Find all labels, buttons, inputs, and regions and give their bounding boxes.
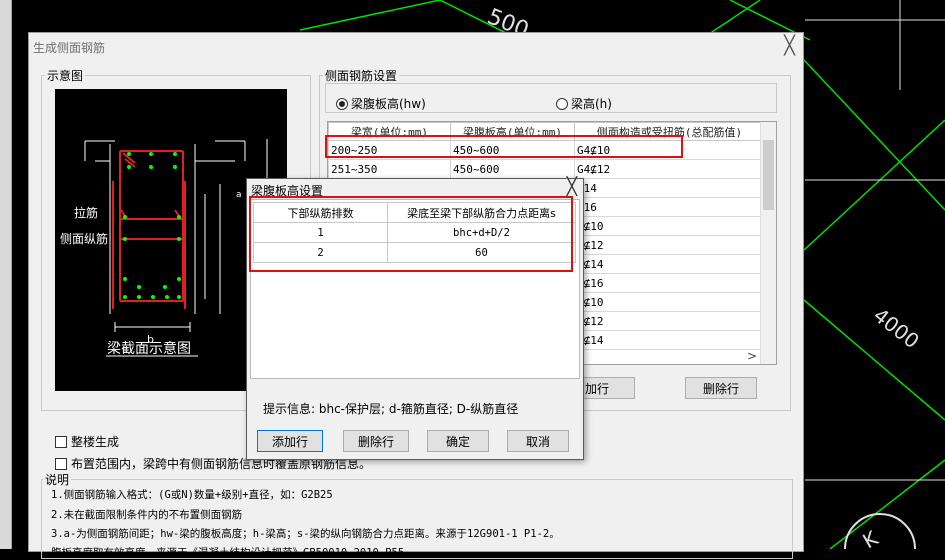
diagram-caption: 梁截面示意图 xyxy=(107,340,191,357)
grid-cell-rebar[interactable]: ⊈14 xyxy=(574,178,765,198)
sub-delete-row-button[interactable]: 删除行 xyxy=(343,430,409,452)
grid-cell-rebar[interactable]: ⊈16 xyxy=(574,197,765,217)
grid-header-rebar[interactable]: 侧面构造或受扭筋(总配筋值) xyxy=(574,122,765,141)
description-title: 说明 xyxy=(43,471,72,488)
radio-h[interactable]: 梁高(h) xyxy=(556,95,612,112)
grid-cell-rebar[interactable]: 8⊈12 xyxy=(574,311,765,331)
sub-close-icon[interactable]: ╳ xyxy=(567,177,577,197)
description-line-4: 腹板高度取有效高度，来源于《混凝土结构设计规范》GB50010-2010 P55 xyxy=(51,547,405,559)
close-icon[interactable]: ╳ xyxy=(784,35,795,56)
grid-cell-rebar[interactable]: 6⊈16 xyxy=(574,273,765,293)
grid-cell-rebar[interactable]: 8⊈10 xyxy=(574,292,765,312)
diagram-label-side: 侧面纵筋 xyxy=(60,231,108,246)
table-row[interactable]: 2 60 xyxy=(253,242,576,263)
sub-dialog-title: 梁腹板高设置 xyxy=(251,184,324,198)
grid-vertical-scrollbar[interactable] xyxy=(760,122,776,364)
check-whole-building-box[interactable] xyxy=(55,435,67,448)
sub-cell-rows[interactable]: 2 xyxy=(253,242,388,263)
grid-cell-rebar[interactable]: G4⊈10 xyxy=(574,140,765,160)
table-row[interactable]: 1 bhc+d+D/2 xyxy=(253,222,576,243)
web-height-grid[interactable]: 下部纵筋排数 梁底至梁下部纵筋合力点距离s 1 bhc+d+D/2 2 60 xyxy=(250,199,580,379)
scroll-right-icon[interactable]: > xyxy=(747,349,757,363)
scroll-thumb[interactable] xyxy=(763,140,774,210)
grid-header-width[interactable]: 梁宽(单位:mm) xyxy=(328,122,451,141)
grid-cell-rebar[interactable]: 6⊈10 xyxy=(574,216,765,236)
grid-cell-rebar[interactable]: 6⊈14 xyxy=(574,254,765,274)
radio-hw[interactable]: 梁腹板高(hw) xyxy=(336,95,426,112)
sub-add-row-button[interactable]: 添加行 xyxy=(257,430,323,452)
grid-cell-web-height[interactable]: 450~600 xyxy=(450,140,575,160)
sub-cell-distance[interactable]: 60 xyxy=(387,242,576,263)
description-line-2: 2.未在截面限制条件内的不布置侧面钢筋 xyxy=(51,509,243,521)
sub-hint-text: 提示信息: bhc-保护层; d-箍筋直径; D-纵筋直径 xyxy=(263,402,519,416)
left-toolbar-strip xyxy=(0,0,12,549)
check-whole-building-label: 整楼生成 xyxy=(71,435,120,449)
grid-cell-rebar[interactable]: G4⊈12 xyxy=(574,159,765,179)
diagram-label-a: a xyxy=(236,190,242,200)
table-row[interactable]: 251~350 450~600 G4⊈12 xyxy=(328,159,765,179)
sub-ok-button[interactable]: 确定 xyxy=(427,430,489,452)
grid-cell-web-height[interactable]: 450~600 xyxy=(450,159,575,179)
sub-header-rows[interactable]: 下部纵筋排数 xyxy=(253,202,388,223)
diagram-label-tiejin: 拉筋 xyxy=(74,205,98,220)
grid-cell-width[interactable]: 251~350 xyxy=(328,159,451,179)
radio-hw-label: 梁腹板高(hw) xyxy=(351,97,426,111)
sub-cancel-button[interactable]: 取消 xyxy=(507,430,569,452)
description-line-3: 3.a-为侧面钢筋间距；hw-梁的腹板高度；h-梁高；s-梁的纵向钢筋合力点距离… xyxy=(51,528,560,540)
description-line-1: 1.侧面钢筋输入格式：(G或N)数量+级别+直径，如：G2B25 xyxy=(51,489,333,501)
grid-header-web-height[interactable]: 梁腹板高(单位:mm) xyxy=(450,122,575,141)
dialog-title: 生成侧面钢筋 xyxy=(33,41,106,55)
grid-cell-rebar[interactable]: 8⊈14 xyxy=(574,330,765,350)
description-group: 说明 1.侧面钢筋输入格式：(G或N)数量+级别+直径，如：G2B25 2.未在… xyxy=(37,471,795,559)
settings-group-title: 侧面钢筋设置 xyxy=(323,67,400,84)
main-delete-row-button[interactable]: 删除行 xyxy=(685,377,757,399)
web-height-settings-dialog: 梁腹板高设置 ╳ 下部纵筋排数 梁底至梁下部纵筋合力点距离s 1 bhc+d+D… xyxy=(246,177,584,460)
check-overwrite-box[interactable] xyxy=(55,457,67,470)
grid-cell-width[interactable]: 200~250 xyxy=(328,140,451,160)
sub-cell-rows[interactable]: 1 xyxy=(253,222,388,243)
table-row[interactable]: 200~250 450~600 G4⊈10 xyxy=(328,140,765,160)
check-whole-building[interactable]: 整楼生成 xyxy=(55,433,119,450)
diagram-group-title: 示意图 xyxy=(45,67,86,84)
web-height-table: 下部纵筋排数 梁底至梁下部纵筋合力点距离s 1 bhc+d+D/2 2 60 xyxy=(253,202,576,263)
grid-cell-rebar[interactable]: 6⊈12 xyxy=(574,235,765,255)
sub-header-distance[interactable]: 梁底至梁下部纵筋合力点距离s xyxy=(387,202,576,223)
radio-h-button[interactable] xyxy=(556,97,568,110)
sub-cell-distance[interactable]: bhc+d+D/2 xyxy=(387,222,576,243)
radio-h-label: 梁高(h) xyxy=(571,97,612,111)
radio-hw-button[interactable] xyxy=(336,97,348,110)
